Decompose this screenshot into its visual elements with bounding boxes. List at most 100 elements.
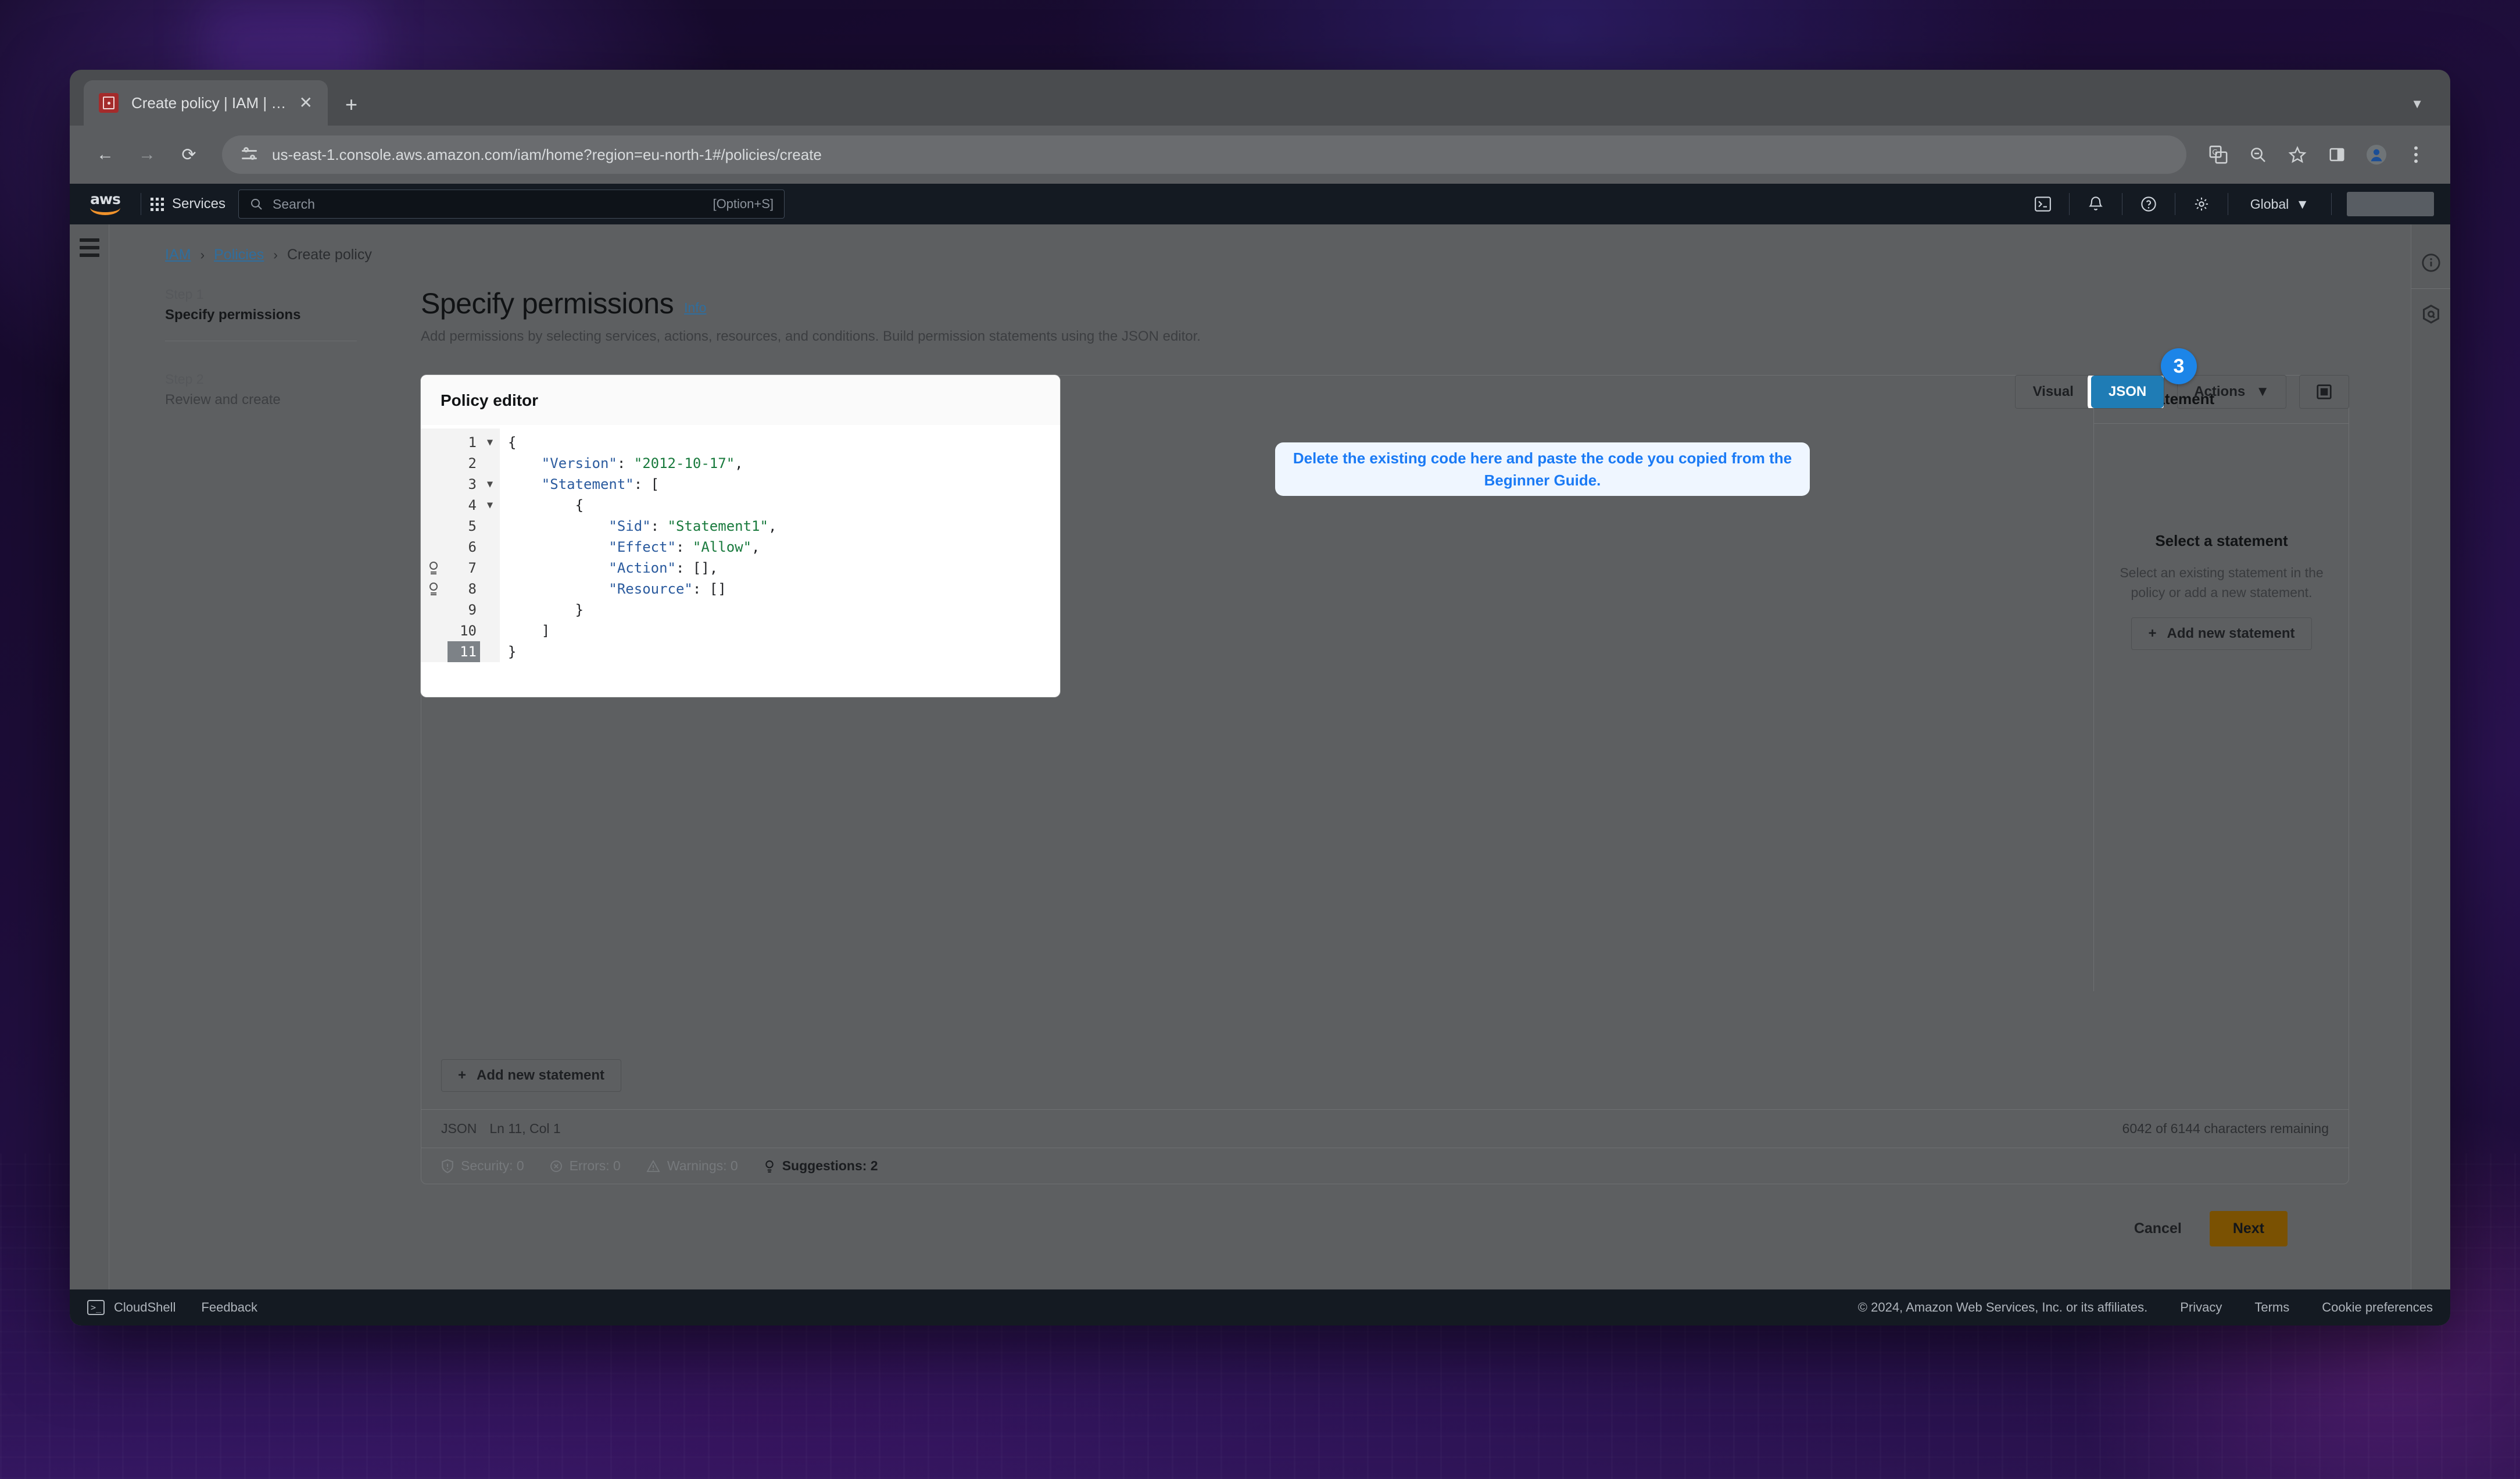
code-line[interactable]: "Action": [], [508, 558, 1060, 578]
translate-icon[interactable]: G [2202, 138, 2235, 172]
code-line[interactable]: ] [508, 620, 1060, 641]
code-content[interactable]: { "Version": "2012-10-17", "Statement": … [500, 428, 1060, 662]
breadcrumb-item-policies[interactable]: Policies [214, 246, 264, 263]
info-panel-icon[interactable] [2411, 237, 2451, 288]
feedback-link[interactable]: Feedback [201, 1300, 257, 1315]
hint-gutter-spacer [421, 432, 448, 453]
lightbulb-icon[interactable] [421, 558, 448, 578]
forward-icon[interactable]: → [129, 137, 165, 173]
divider [2331, 193, 2332, 215]
open-navigation-menu-icon[interactable] [79, 238, 99, 257]
services-label: Services [172, 196, 226, 212]
code-line[interactable]: "Effect": "Allow", [508, 537, 1060, 558]
reload-icon[interactable]: ⟳ [171, 137, 207, 173]
region-selector[interactable]: Global ▼ [2238, 197, 2322, 212]
settings-gear-icon[interactable] [2185, 184, 2218, 224]
code-area[interactable]: 1 2 3 4 5 6 7 8 9 10 11 ▼ ▼ ▼ { "Version": "2012-10-… [421, 425, 1060, 662]
address-bar-url: us-east-1.console.aws.amazon.com/iam/hom… [272, 145, 822, 163]
cloudshell-footer-button[interactable]: >_ CloudShell [87, 1300, 176, 1315]
add-new-statement-label: Add new statement [477, 1067, 605, 1083]
plus-icon: + [2148, 626, 2157, 641]
code-line[interactable]: "Sid": "Statement1", [508, 516, 1060, 537]
wizard-step-2[interactable]: Step 2 Review and create [165, 371, 421, 408]
step-2-name: Review and create [165, 392, 281, 408]
next-button[interactable]: Next [2209, 1211, 2288, 1246]
info-link[interactable]: Info [684, 300, 706, 316]
bookmark-star-icon[interactable] [2281, 138, 2314, 172]
warning-triangle-icon [646, 1159, 660, 1172]
code-line[interactable]: { [508, 495, 1060, 516]
wizard-step-1[interactable]: Step 1 Specify permissions [165, 287, 421, 341]
code-line[interactable]: { [508, 432, 1060, 453]
cookie-preferences-link[interactable]: Cookie preferences [2322, 1300, 2433, 1315]
back-icon[interactable]: ← [87, 137, 123, 173]
chip-security[interactable]: Security: 0 [441, 1158, 524, 1174]
cloudshell-icon[interactable] [2026, 184, 2060, 224]
code-fold-toggle-icon[interactable]: ▼ [480, 474, 500, 495]
code-fold-gutter[interactable]: ▼ ▼ ▼ [480, 428, 500, 662]
chrome-menu-icon[interactable] [2399, 138, 2433, 172]
side-panel-icon[interactable] [2320, 138, 2354, 172]
tab-visual[interactable]: Visual [2016, 376, 2091, 408]
chip-errors[interactable]: Errors: 0 [550, 1158, 621, 1174]
privacy-link[interactable]: Privacy [2180, 1300, 2222, 1315]
aws-logo[interactable]: aws [83, 192, 128, 215]
global-search-input[interactable]: Search [Option+S] [238, 190, 785, 219]
browser-tab[interactable]: Create policy | IAM | Global ✕ [84, 80, 328, 126]
add-new-statement-button[interactable]: + Add new statement [441, 1059, 622, 1092]
code-line[interactable]: } [508, 599, 1060, 620]
browser-toolbar: ← → ⟳ us-east-1.console.aws.amazon.com/i… [70, 126, 2450, 184]
tab-json[interactable]: JSON [2087, 376, 2164, 408]
code-fold-spacer [480, 578, 500, 599]
cancel-button[interactable]: Cancel [2134, 1220, 2182, 1237]
lightbulb-icon [765, 1160, 774, 1173]
code-fold-spacer [480, 516, 500, 537]
close-tab-icon[interactable]: ✕ [299, 95, 313, 111]
line-number: 10 [460, 623, 477, 639]
hint-gutter-spacer [421, 516, 448, 537]
policy-editor-title-spotlight: Policy editor [421, 375, 1060, 425]
step-1-name: Specify permissions [165, 307, 301, 323]
page-heading: Specify permissions Info [421, 287, 2349, 320]
chip-suggestions[interactable]: Suggestions: 2 [764, 1158, 878, 1174]
search-shortcut-hint: [Option+S] [713, 197, 774, 211]
lightbulb-icon[interactable] [421, 578, 448, 599]
hint-gutter-spacer [421, 620, 448, 641]
code-fold-spacer [480, 641, 500, 662]
code-fold-toggle-icon[interactable]: ▼ [480, 495, 500, 516]
side-add-new-statement-button[interactable]: + Add new statement [2131, 617, 2312, 650]
json-code-editor[interactable]: Policy editor 1 2 3 4 5 6 7 8 9 10 11 ▼ ▼ ▼ { "Versi… [421, 375, 1060, 697]
chevron-down-icon[interactable]: ▼ [2411, 97, 2424, 112]
wizard-footer-actions: Cancel Next [421, 1211, 2349, 1246]
page-subtitle: Add permissions by selecting services, a… [421, 328, 1201, 344]
chip-warnings[interactable]: Warnings: 0 [646, 1158, 738, 1174]
terms-link[interactable]: Terms [2254, 1300, 2289, 1315]
code-fold-toggle-icon[interactable]: ▼ [480, 432, 500, 453]
code-line[interactable]: } [508, 641, 1060, 662]
divider [2068, 193, 2070, 215]
hint-gutter-spacer [421, 537, 448, 558]
code-fold-spacer [480, 537, 500, 558]
error-circle-icon [550, 1160, 562, 1172]
code-line[interactable]: "Version": "2012-10-17", [508, 453, 1060, 474]
breadcrumb-item-iam[interactable]: IAM [165, 246, 191, 263]
wizard-body: Step 1 Specify permissions Step 2 Review… [109, 263, 2411, 1246]
amazon-q-icon[interactable] [2411, 289, 2451, 340]
profile-avatar-icon[interactable] [2360, 138, 2393, 172]
edit-statement-panel: Edit statement Select a statement Select… [2093, 375, 2349, 991]
code-line[interactable]: "Resource": [] [508, 578, 1060, 599]
help-question-icon[interactable] [2132, 184, 2165, 224]
account-menu-button[interactable] [2347, 192, 2434, 216]
grid-icon [151, 197, 164, 211]
specify-permissions-panel: Specify permissions Info Add permissions… [421, 287, 2411, 1246]
notifications-bell-icon[interactable] [2079, 184, 2113, 224]
site-settings-icon[interactable] [239, 145, 259, 165]
services-menu-button[interactable]: Services [151, 196, 225, 212]
code-line[interactable]: "Statement": [ [508, 474, 1060, 495]
empty-state-body: Select an existing statement in the poli… [2120, 565, 2324, 600]
address-bar[interactable]: us-east-1.console.aws.amazon.com/iam/hom… [222, 135, 2186, 174]
console-footer: >_ CloudShell Feedback © 2024, Amazon We… [70, 1289, 2450, 1326]
zoom-out-icon[interactable] [2241, 138, 2275, 172]
callout-step-badge: 3 [2161, 348, 2197, 384]
new-tab-button[interactable]: + [345, 94, 357, 115]
